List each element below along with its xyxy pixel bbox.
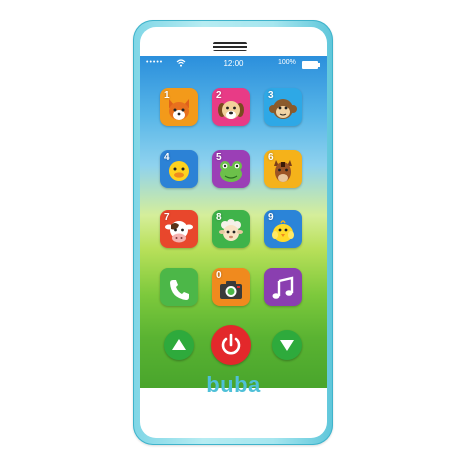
dog-icon (218, 101, 244, 119)
battery-icon (302, 61, 320, 69)
app-duck[interactable]: 4 (160, 150, 198, 188)
speaker-grille (213, 42, 247, 51)
up-button[interactable] (164, 330, 194, 360)
music-icon (272, 276, 294, 299)
fox-icon (169, 99, 189, 120)
monkey-icon (269, 99, 297, 119)
app-horse[interactable]: 6 (264, 150, 302, 188)
phone-icon (170, 280, 189, 300)
cow-icon (165, 221, 193, 243)
chick-icon (272, 220, 294, 242)
down-button[interactable] (272, 330, 302, 360)
app-dog[interactable]: 2 (212, 88, 250, 126)
app-frog[interactable]: 5 (212, 150, 250, 188)
app-camera[interactable]: 0 (212, 268, 250, 306)
brand-logo: buba (206, 372, 261, 397)
status-time: 12:00 (223, 59, 244, 68)
power-button[interactable] (211, 325, 251, 365)
app-phone[interactable] (160, 268, 198, 306)
sheep-icon (219, 219, 243, 241)
product-photo: ••••• 12:00 100% 1 2 3 4 5 6 7 8 9 0 bub… (0, 0, 463, 463)
frog-icon (220, 161, 242, 182)
battery-percentage: 100% (278, 59, 296, 66)
triangle-up-icon (172, 339, 186, 350)
camera-icon (220, 281, 242, 299)
app-sheep[interactable]: 8 (212, 210, 250, 248)
status-bar: ••••• 12:00 100% (140, 56, 327, 72)
app-cow[interactable]: 7 (160, 210, 198, 248)
app-fox[interactable]: 1 (160, 88, 198, 126)
duck-icon (169, 161, 189, 181)
horse-icon (274, 160, 292, 182)
power-icon (221, 333, 241, 355)
triangle-down-icon (280, 340, 294, 351)
app-music[interactable] (264, 268, 302, 306)
app-monkey[interactable]: 3 (264, 88, 302, 126)
app-chick[interactable]: 9 (264, 210, 302, 248)
